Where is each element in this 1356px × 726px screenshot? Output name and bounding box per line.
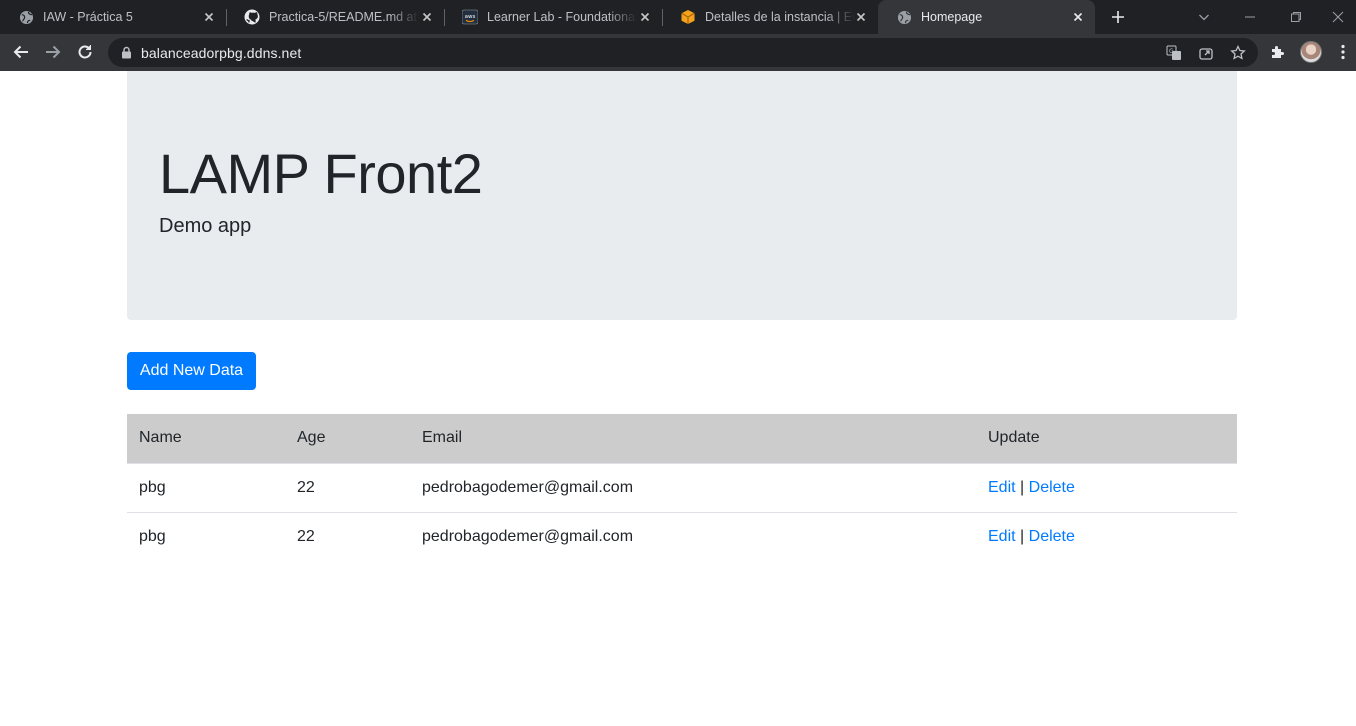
table-row: pbg 22 pedrobagodemer@gmail.com Edit | D…: [127, 511, 1237, 561]
close-tab-icon[interactable]: [1071, 10, 1085, 24]
cell-update: Edit | Delete: [976, 462, 1237, 512]
minimize-icon[interactable]: [1227, 0, 1273, 34]
close-tab-icon[interactable]: [202, 10, 216, 24]
tab-title: Detalles de la instancia | EC2: [705, 10, 855, 24]
delete-link[interactable]: Delete: [1029, 528, 1075, 545]
address-bar[interactable]: balanceadorpbg.ddns.net G: [108, 38, 1258, 67]
link-separator: |: [1020, 527, 1025, 545]
delete-link[interactable]: Delete: [1029, 479, 1075, 496]
table-body: pbg 22 pedrobagodemer@gmail.com Edit | D…: [127, 462, 1237, 561]
cell-age: 22: [285, 511, 410, 561]
github-icon: [244, 9, 260, 25]
globe-icon: [18, 9, 34, 25]
browser-tab-2[interactable]: Practica-5/README.md at main: [226, 0, 445, 34]
browser-menu-icon[interactable]: [1334, 43, 1352, 61]
table-row: pbg 22 pedrobagodemer@gmail.com Edit | D…: [127, 462, 1237, 512]
forward-arrow-icon[interactable]: [43, 42, 63, 62]
tab-search-icon[interactable]: [1181, 0, 1227, 34]
url-text[interactable]: balanceadorpbg.ddns.net: [141, 45, 301, 61]
browser-tab-active[interactable]: Homepage: [878, 0, 1095, 34]
globe-icon: [896, 9, 912, 25]
column-header-age: Age: [285, 414, 410, 463]
page-title: LAMP Front2: [159, 142, 483, 205]
svg-text:G: G: [1169, 48, 1174, 55]
close-tab-icon[interactable]: [854, 10, 868, 24]
column-header-update: Update: [976, 414, 1237, 463]
cell-email: pedrobagodemer@gmail.com: [410, 511, 976, 561]
restore-icon[interactable]: [1273, 0, 1319, 34]
tab-title: Practica-5/README.md at main: [269, 10, 419, 24]
ec2-box-icon: [680, 9, 696, 25]
link-separator: |: [1020, 478, 1025, 496]
table-header: Name Age Email Update: [127, 414, 1237, 463]
edit-link[interactable]: Edit: [988, 479, 1016, 496]
translate-icon[interactable]: G: [1166, 45, 1182, 61]
cell-name: pbg: [127, 511, 285, 561]
browser-tab-4[interactable]: Detalles de la instancia | EC2: [662, 0, 878, 34]
bookmark-star-icon[interactable]: [1230, 44, 1246, 61]
column-header-email: Email: [410, 414, 976, 463]
page-content: LAMP Front2 Demo app Add New Data Name A…: [0, 71, 1356, 726]
page-subtitle: Demo app: [159, 215, 252, 237]
table-header-row: Name Age Email Update: [127, 414, 1237, 463]
data-table: Name Age Email Update pbg 22 pedrobagode…: [127, 414, 1237, 561]
add-new-data-button[interactable]: Add New Data: [127, 352, 256, 390]
close-window-icon[interactable]: [1319, 0, 1356, 34]
browser-tab-strip: IAW - Práctica 5 Practica-5/README.md at…: [0, 0, 1356, 34]
cell-update: Edit | Delete: [976, 511, 1237, 561]
cell-age: 22: [285, 462, 410, 512]
jumbotron: LAMP Front2 Demo app: [127, 71, 1237, 320]
tab-title: Learner Lab - Foundational Services: [487, 10, 637, 24]
close-tab-icon[interactable]: [638, 10, 652, 24]
cell-name: pbg: [127, 462, 285, 512]
share-icon[interactable]: [1198, 45, 1214, 61]
aws-icon: aws: [462, 9, 478, 25]
tab-title: IAW - Práctica 5: [43, 10, 133, 24]
profile-avatar[interactable]: [1300, 41, 1322, 63]
column-header-name: Name: [127, 414, 285, 463]
cell-email: pedrobagodemer@gmail.com: [410, 462, 976, 512]
reload-icon[interactable]: [75, 42, 95, 62]
extensions-puzzle-icon[interactable]: [1269, 43, 1287, 61]
edit-link[interactable]: Edit: [988, 528, 1016, 545]
browser-tab-3[interactable]: aws Learner Lab - Foundational Services: [444, 0, 663, 34]
new-tab-icon[interactable]: [1109, 8, 1127, 26]
close-tab-icon[interactable]: [420, 10, 434, 24]
browser-toolbar: balanceadorpbg.ddns.net G: [0, 34, 1356, 71]
tab-title: Homepage: [921, 10, 983, 24]
browser-tab-1[interactable]: IAW - Práctica 5: [0, 0, 227, 34]
svg-text:aws: aws: [465, 14, 476, 20]
lock-icon[interactable]: [121, 46, 132, 59]
back-arrow-icon[interactable]: [11, 42, 31, 62]
